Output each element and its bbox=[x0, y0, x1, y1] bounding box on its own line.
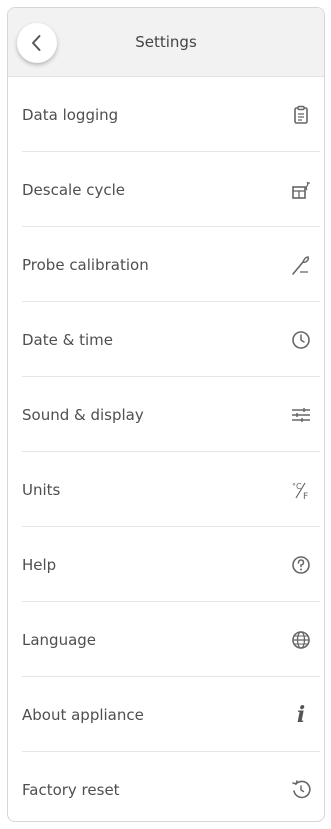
menu-item-language[interactable]: Language bbox=[8, 602, 324, 677]
units-icon: °C F bbox=[289, 478, 313, 502]
globe-icon bbox=[289, 628, 313, 652]
info-icon: i bbox=[296, 701, 306, 728]
menu-item-label: Units bbox=[22, 480, 61, 499]
menu-item-label: Sound & display bbox=[22, 405, 144, 424]
reset-icon bbox=[289, 778, 313, 802]
menu-item-probe-calibration[interactable]: Probe calibration bbox=[8, 227, 324, 302]
menu-item-data-logging[interactable]: Data logging bbox=[8, 77, 324, 152]
chevron-left-icon bbox=[32, 35, 41, 51]
menu-item-label: About appliance bbox=[22, 705, 144, 724]
units-icon-fahrenheit: F bbox=[303, 492, 308, 501]
menu-item-label: Date & time bbox=[22, 330, 113, 349]
descale-icon bbox=[289, 178, 313, 202]
probe-icon bbox=[289, 253, 313, 277]
menu-item-label: Language bbox=[22, 630, 97, 649]
menu-item-label: Help bbox=[22, 555, 57, 574]
clock-icon bbox=[289, 328, 313, 352]
menu-item-label: Descale cycle bbox=[22, 180, 125, 199]
help-icon bbox=[289, 553, 313, 577]
menu-item-label: Data logging bbox=[22, 105, 119, 124]
settings-list: Data logging Descale cycle Probe calibra… bbox=[8, 77, 324, 821]
menu-item-units[interactable]: Units °C F bbox=[8, 452, 324, 527]
settings-panel: Settings Data logging Descale cycle Prob… bbox=[7, 7, 325, 822]
menu-item-factory-reset[interactable]: Factory reset bbox=[8, 752, 324, 821]
header: Settings bbox=[8, 8, 324, 77]
menu-item-label: Probe calibration bbox=[22, 255, 149, 274]
menu-item-date-time[interactable]: Date & time bbox=[8, 302, 324, 377]
menu-item-sound-display[interactable]: Sound & display bbox=[8, 377, 324, 452]
menu-item-descale-cycle[interactable]: Descale cycle bbox=[8, 152, 324, 227]
menu-item-about-appliance[interactable]: About appliance i bbox=[8, 677, 324, 752]
menu-item-help[interactable]: Help bbox=[8, 527, 324, 602]
menu-item-label: Factory reset bbox=[22, 780, 120, 799]
sliders-icon bbox=[289, 403, 313, 427]
clipboard-icon bbox=[289, 103, 313, 127]
back-button[interactable] bbox=[17, 23, 57, 63]
